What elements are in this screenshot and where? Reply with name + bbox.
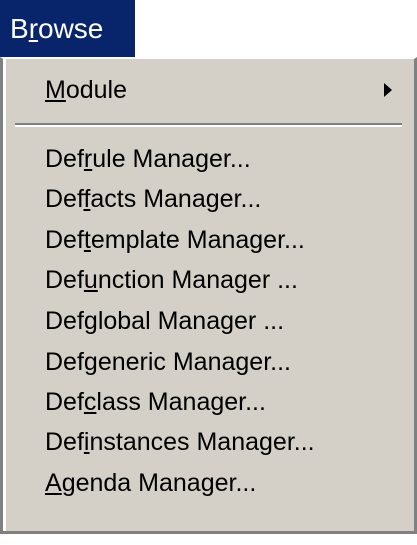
menu-item-module[interactable]: Module [3,70,414,110]
menu-item-deftemplate-before: Def [45,226,84,254]
browse-menu-title-accel: r [28,13,39,44]
menu-item-defrule-accel: r [83,145,93,173]
menu-item-module-accel: M [45,76,66,104]
menu-item-defclass-manager[interactable]: Defclass Manager... [3,382,414,422]
menu-item-definstances-after: nstances Manager... [89,428,315,456]
menu-item-defrule-before: Def [45,145,84,173]
menu-item-defclass-after: lass Manager... [96,388,266,416]
menu-separator [15,123,402,127]
menu-item-agenda-after: genda Manager... [61,469,257,497]
browse-menu-title-after: owse [38,13,104,44]
menu-item-defglobal-manager[interactable]: Defglobal Manager ... [3,301,414,341]
menu-item-definstances-manager[interactable]: Definstances Manager... [3,422,414,462]
submenu-arrow-icon [384,83,392,97]
menu-item-defclass-accel: c [83,388,97,416]
menu-item-deffacts-before: Def [45,185,84,213]
menu-item-defgeneric-accel: g [83,348,98,376]
menu-item-deffacts-after: acts Manager... [90,185,262,213]
menu-item-deffunction-before: Def [45,266,84,294]
browse-menu-screenshot: Browse Module Defrule Manager... Deffact… [0,0,417,545]
menu-item-defrule-after: ule Manager... [92,145,251,173]
menu-item-deftemplate-manager[interactable]: Deftemplate Manager... [3,220,414,260]
menu-item-module-after: odule [65,76,127,104]
menu-item-defrule-manager[interactable]: Defrule Manager... [3,139,414,179]
browse-menu-title-before: B [10,13,29,44]
menu-item-agenda-manager[interactable]: Agenda Manager... [3,463,414,503]
menu-item-deffunction-manager[interactable]: Defunction Manager ... [3,260,414,300]
menu-item-defclass-before: Def [45,388,84,416]
menu-item-deffunction-after: nction Manager ... [97,266,298,294]
menu-item-agenda-accel: A [45,469,62,497]
menu-item-defgeneric-manager[interactable]: Defgeneric Manager... [3,342,414,382]
menu-item-deffacts-manager[interactable]: Deffacts Manager... [3,179,414,219]
browse-menu-title[interactable]: Browse [0,0,135,57]
menu-item-defglobal-accel: g [83,307,98,335]
menu-item-defgeneric-before: Def [45,348,84,376]
menu-item-deffunction-accel: u [83,266,98,294]
menu-item-definstances-before: Def [45,428,84,456]
menu-item-deftemplate-after: emplate Manager... [90,226,305,254]
menu-item-defglobal-before: Def [45,307,84,335]
browse-dropdown-menu: Module Defrule Manager... Deffacts Manag… [0,57,417,534]
menu-item-defglobal-after: lobal Manager ... [97,307,285,335]
menu-item-deftemplate-accel: t [83,226,91,254]
menu-item-defgeneric-after: eneric Manager... [97,348,291,376]
